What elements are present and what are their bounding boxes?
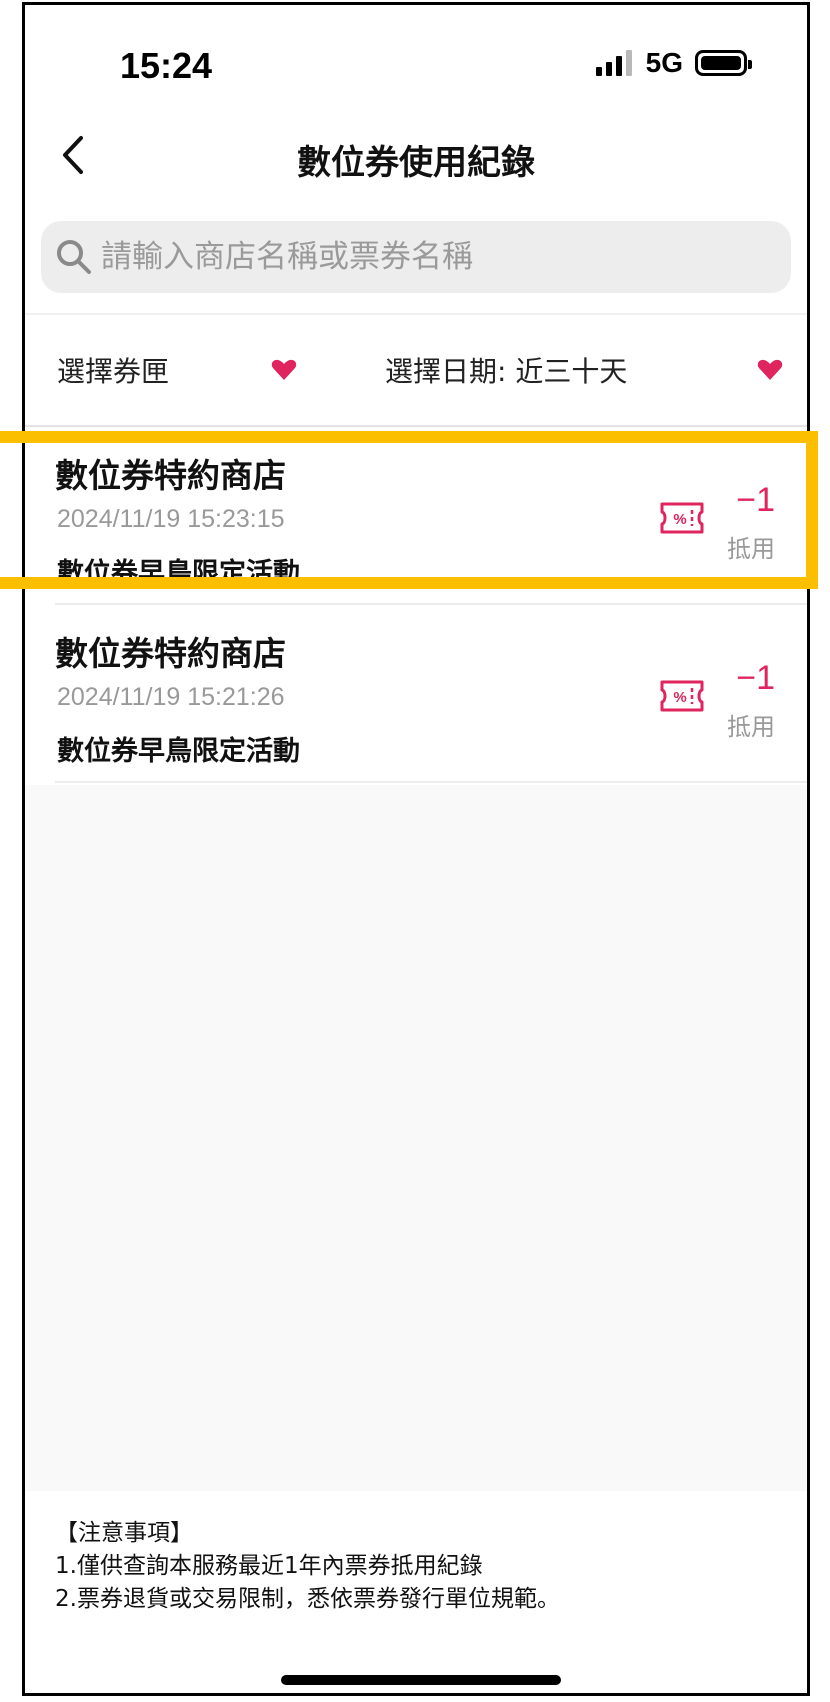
record-amount: −1 xyxy=(736,481,775,519)
record-time: 2024/11/19 15:23:15 xyxy=(57,505,285,533)
status-icons: 5G xyxy=(595,47,752,79)
svg-text:%: % xyxy=(673,511,686,528)
phone-screen: 15:24 5G 數位券使用紀錄 選擇券匣 選擇日期: 近三十天 xyxy=(22,2,810,1696)
search-input[interactable] xyxy=(101,239,741,275)
home-indicator[interactable] xyxy=(281,1675,561,1685)
divider xyxy=(55,781,807,783)
discount-ticket-icon: % xyxy=(660,502,704,534)
record-campaign: 數位券早鳥限定活動 xyxy=(57,736,300,767)
wallet-filter-label: 選擇券匣 xyxy=(57,355,170,388)
notes-title: 【注意事項】 xyxy=(55,1520,193,1546)
date-filter-label: 選擇日期: 近三十天 xyxy=(385,355,628,388)
search-icon xyxy=(57,240,91,274)
empty-area xyxy=(25,785,807,1491)
record-type: 抵用 xyxy=(727,713,775,741)
wallet-filter[interactable]: 選擇券匣 xyxy=(57,350,297,390)
search-bar[interactable] xyxy=(41,221,791,293)
record-campaign: 數位券早鳥限定活動 xyxy=(57,558,300,589)
page-title: 數位券使用紀錄 xyxy=(297,143,535,183)
notes-section: 【注意事項】 1.僅供查詢本服務最近1年內票券抵用紀錄 2.票券退貨或交易限制，… xyxy=(55,1517,560,1616)
record-shop-name: 數位券特約商店 xyxy=(55,634,286,673)
network-label: 5G xyxy=(645,47,683,78)
record-type: 抵用 xyxy=(727,535,775,563)
status-time: 15:24 xyxy=(120,45,213,86)
record-list: 數位券特約商店 2024/11/19 15:23:15 數位券早鳥限定活動 % … xyxy=(25,427,807,783)
date-filter[interactable]: 選擇日期: 近三十天 xyxy=(385,350,783,390)
svg-text:%: % xyxy=(673,689,686,706)
list-item[interactable]: 數位券特約商店 2024/11/19 15:21:26 數位券早鳥限定活動 % … xyxy=(25,605,807,783)
record-time: 2024/11/19 15:21:26 xyxy=(57,683,285,711)
dropdown-heart-icon xyxy=(757,359,783,380)
battery-icon xyxy=(695,50,752,76)
discount-ticket-icon: % xyxy=(660,680,704,712)
dropdown-heart-icon xyxy=(271,359,297,380)
record-shop-name: 數位券特約商店 xyxy=(55,456,286,495)
list-item[interactable]: 數位券特約商店 2024/11/19 15:23:15 數位券早鳥限定活動 % … xyxy=(25,427,807,605)
signal-icon xyxy=(595,50,632,76)
notes-line: 2.票券退貨或交易限制，悉依票券發行單位規範。 xyxy=(55,1586,560,1612)
record-amount: −1 xyxy=(736,659,775,697)
divider xyxy=(25,313,807,315)
notes-line: 1.僅供查詢本服務最近1年內票券抵用紀錄 xyxy=(55,1553,483,1579)
